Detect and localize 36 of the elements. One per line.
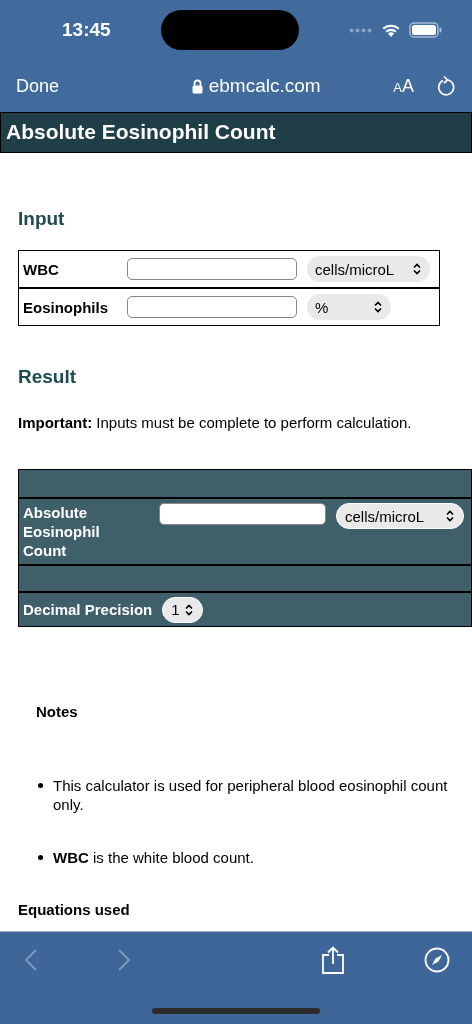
precision-select[interactable]: 1 bbox=[162, 596, 203, 623]
done-button[interactable]: Done bbox=[16, 75, 60, 97]
url-text[interactable]: ebmcalc.com bbox=[208, 75, 321, 97]
result-field[interactable] bbox=[159, 503, 326, 525]
unit-select[interactable]: % bbox=[307, 294, 391, 320]
unit-select[interactable]: cells/microL bbox=[307, 256, 430, 282]
input-field[interactable] bbox=[127, 258, 297, 280]
bullet-icon bbox=[38, 855, 43, 860]
section-heading: Result bbox=[18, 366, 78, 388]
select-chevron-icon bbox=[445, 510, 455, 522]
field-label: WBC bbox=[23, 260, 60, 278]
result-label: Absolute Eosinophil Count bbox=[23, 503, 101, 560]
status-time: 13:45 bbox=[62, 19, 111, 41]
unit-select[interactable]: cells/microL bbox=[336, 503, 464, 529]
compass-icon[interactable] bbox=[424, 947, 450, 973]
note-text: This calculator is used for peripheral blood eosinophil count only. bbox=[53, 776, 449, 814]
page-title: Absolute Eosinophil Count bbox=[0, 112, 472, 153]
battery-icon bbox=[409, 22, 442, 38]
section-heading: Equations used bbox=[18, 901, 131, 918]
reload-icon[interactable] bbox=[436, 75, 456, 97]
select-chevron-icon bbox=[183, 603, 194, 616]
precision-label: Decimal Precision bbox=[23, 601, 153, 618]
field-label: Eosinophils bbox=[23, 298, 109, 316]
lock-icon bbox=[191, 78, 203, 94]
select-chevron-icon bbox=[412, 263, 422, 275]
bullet-icon bbox=[38, 783, 43, 788]
signal-icon bbox=[349, 27, 373, 33]
important-note: Important: Inputs must be complete to perform calculation. bbox=[18, 414, 413, 431]
text-size-button[interactable]: AA bbox=[393, 75, 414, 97]
section-heading: Input bbox=[18, 208, 66, 230]
note-text: WBC is the white blood count. bbox=[53, 848, 254, 867]
share-icon[interactable] bbox=[320, 946, 345, 974]
select-chevron-icon bbox=[373, 301, 383, 313]
input-field[interactable] bbox=[127, 296, 297, 318]
notes-heading: Notes bbox=[36, 703, 79, 720]
wifi-icon bbox=[381, 22, 401, 38]
